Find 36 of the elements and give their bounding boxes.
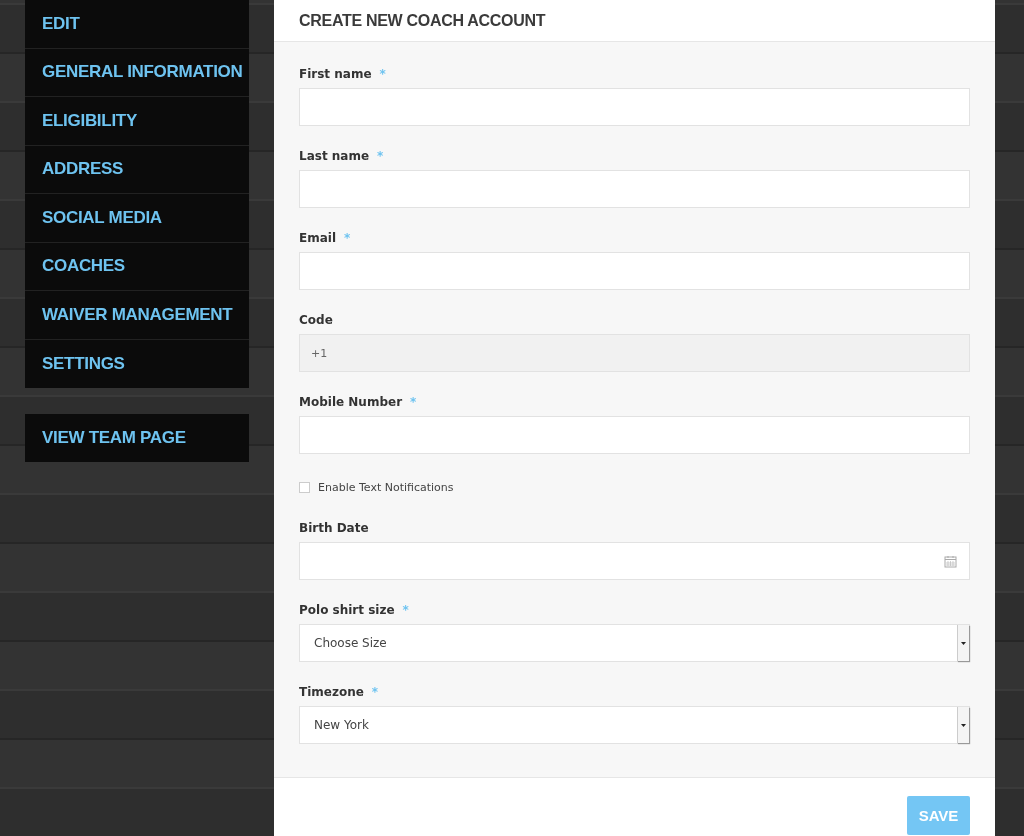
form-title: CREATE NEW COACH ACCOUNT [299,11,546,30]
required-asterisk: * [410,394,417,409]
date-input[interactable] [299,542,970,580]
text-input[interactable] [299,170,970,208]
checkbox[interactable] [299,482,310,493]
text-input[interactable] [299,88,970,126]
text-input[interactable] [299,252,970,290]
checkbox-label: Enable Text Notifications [318,481,454,494]
caret-icon [961,641,966,645]
field-label: Code [299,312,333,327]
sidebar-item[interactable]: EDIT [25,0,249,49]
sidebar-item[interactable]: SOCIAL MEDIA [25,194,249,243]
required-asterisk: * [377,148,384,163]
sidebar-item[interactable]: WAIVER MANAGEMENT [25,291,249,340]
required-asterisk: * [379,66,386,81]
field-label: Email [299,230,337,245]
required-asterisk: * [402,602,409,617]
required-asterisk: * [344,230,351,245]
sidebar-item[interactable]: ELIGIBILITY [25,97,249,146]
sidebar-item[interactable]: SETTINGS [25,339,249,388]
field-label: Last name [299,148,370,163]
required-asterisk: * [371,684,379,699]
sidebar-item[interactable]: GENERAL INFORMATION [25,48,249,97]
select-dropdown[interactable]: Choose Size [299,624,970,662]
text-input[interactable] [299,416,970,454]
sidebar-item[interactable]: ADDRESS [25,145,249,194]
caret-icon [961,723,966,727]
field-label: Timezone [299,684,364,699]
view-team-page-link[interactable]: VIEW TEAM PAGE [25,414,249,462]
select-dropdown[interactable]: New York [299,706,970,744]
field-label: First name [299,66,372,81]
field-label: Polo shirt size [299,602,395,617]
calendar-icon[interactable] [944,554,957,568]
sidebar-item[interactable]: COACHES [25,242,249,291]
field-label: Mobile Number [299,394,403,409]
field-label: Birth Date [299,520,369,535]
